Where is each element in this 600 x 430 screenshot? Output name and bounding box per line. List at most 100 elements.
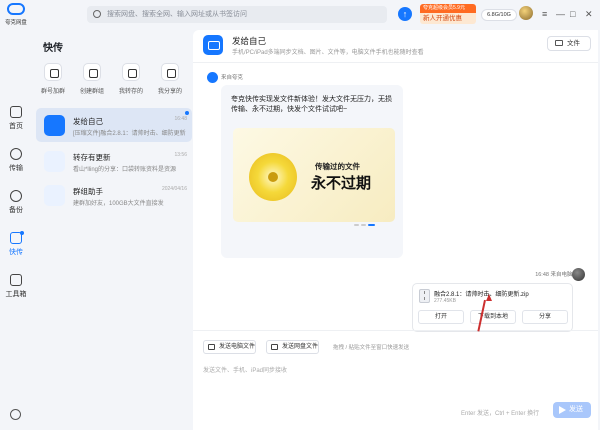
saved-icon: [122, 63, 140, 81]
file-message: 融合2.8.1：请帅时击、细防更新.zip 277.45KB 打开 下载到本地 …: [412, 283, 573, 332]
promo-top-text: 夸克超级会员5.9元: [420, 4, 476, 13]
rail-item-quick-share[interactable]: 快传: [0, 231, 32, 257]
rail-item-label: 首页: [9, 123, 23, 130]
conversation-send-to-self[interactable]: 发给自己 [压缩文件]融合2.8.1：请帅时击、细防更新.zip 16:48: [36, 108, 192, 142]
carousel-dots[interactable]: [354, 213, 384, 226]
compose-divider: [193, 330, 598, 331]
incoming-message: 夸克快传实现发文件新体验！发大文件无压力，无损传输、永不过期，快发个文件试试吧~…: [221, 85, 403, 258]
arrow-up-icon: ↑: [402, 9, 408, 19]
conversation-save-updates[interactable]: 转存有更新 看山*lling的分享：口袋转账资料是资源 13:56: [36, 144, 192, 178]
settings-gear-icon[interactable]: [10, 409, 21, 420]
monitor-icon: [208, 344, 215, 350]
home-icon: [10, 106, 22, 118]
conversation-preview: 建群加好友，100GB大文件直接发: [73, 201, 164, 207]
send-button[interactable]: 发送: [553, 402, 591, 418]
drag-hint: 拖拽 / 粘贴文件至窗口快速发送: [333, 345, 410, 351]
rail-item-home[interactable]: 首页: [0, 106, 32, 131]
conversation-time: 13:56: [174, 152, 187, 158]
close-button[interactable]: ✕: [585, 8, 593, 20]
conversation-time: 2024/04/16: [161, 186, 187, 192]
app-logo: 夸克网盘: [4, 3, 28, 33]
promo-bottom-text: 新人开通优惠: [420, 13, 476, 24]
my-shared-button[interactable]: 我分享的: [153, 63, 187, 95]
folder-icon: [555, 40, 563, 46]
promo-banner[interactable]: 夸克超级会员5.9元 新人开通优惠: [420, 4, 476, 25]
rail-item-label: 快传: [9, 249, 23, 256]
promo-image[interactable]: 传输过的文件 永不过期: [233, 128, 395, 222]
group-helper-icon: [44, 185, 65, 206]
app-name: 夸克网盘: [5, 20, 27, 26]
send-cloud-file-button[interactable]: 发送网盘文件: [266, 340, 320, 354]
files-button[interactable]: 文件: [547, 36, 591, 51]
send-icon: [559, 406, 566, 414]
message-input[interactable]: 发送文件、手机、iPad同步接收: [203, 365, 287, 374]
conversation-group-helper[interactable]: 群组助手 建群加好友，100GB大文件直接发 2024/04/16: [36, 178, 192, 212]
transfer-icon: [10, 148, 22, 160]
file-size: 277.45KB: [434, 298, 456, 304]
maximize-button[interactable]: □: [570, 8, 575, 20]
message-time: 16:48: [535, 272, 549, 278]
rail-item-label: 工具箱: [5, 291, 27, 298]
conversation-name: 群组助手: [73, 187, 103, 196]
conversation-time: 16:48: [174, 116, 187, 122]
cloud-update-icon: [44, 151, 65, 172]
quark-sender-icon: [207, 72, 218, 83]
create-group-button[interactable]: 创建群组: [75, 63, 109, 95]
conversation-panel: 快传 群号加群 创建群组 我转存的 我分享的 发给自己 [压缩文件]融合2.8.…: [33, 30, 192, 430]
quick-action-label: 创建群组: [79, 89, 104, 95]
join-group-button[interactable]: 群号加群: [36, 63, 70, 95]
create-group-icon: [83, 63, 101, 81]
banner-line1: 传输过的文件: [315, 162, 360, 171]
rail-item-toolbox[interactable]: 工具箱: [0, 274, 32, 299]
rail-item-backup[interactable]: 备份: [0, 190, 32, 215]
toolbox-icon: [10, 274, 22, 286]
quick-action-label: 我转存的: [118, 89, 143, 95]
search-placeholder: 搜索网盘、搜索全网、输入网址或从书签访问: [107, 11, 247, 18]
user-avatar[interactable]: [519, 6, 533, 20]
monitor-icon: [44, 115, 65, 136]
conversation-preview: 看山*lling的分享：口袋转账资料是资源: [73, 167, 177, 173]
file-name: 融合2.8.1：请帅时击、细防更新.zip: [434, 292, 529, 298]
conversation-name: 发给自己: [73, 117, 103, 126]
storage-indicator[interactable]: 6.8G/10G: [481, 9, 517, 21]
minimize-button[interactable]: —: [556, 8, 565, 20]
nav-rail: 首页 传输 备份 快传 工具箱: [0, 30, 32, 430]
backup-icon: [10, 190, 22, 202]
header-divider: [193, 62, 598, 63]
shared-icon: [161, 63, 179, 81]
send-pc-file-button[interactable]: 发送电脑文件: [203, 340, 257, 354]
chat-main: 发给自己 手机/PC/iPad多端同步文档、图片、文件等，电脑文件手机也能随时查…: [193, 30, 598, 430]
send-cloud-file-label: 发送网盘文件: [282, 344, 319, 350]
conversation-name: 转存有更新: [73, 153, 111, 162]
outgoing-meta: 16:48 来自电脑端: [508, 270, 578, 278]
banner-line2: 永不过期: [311, 175, 372, 192]
search-input[interactable]: 搜索网盘、搜索全网、输入网址或从书签访问: [87, 6, 387, 23]
annotation-arrow-head: [486, 294, 492, 301]
send-shortcut-hint: Enter 发送，Ctrl + Enter 换行: [461, 411, 540, 417]
cloud-logo-icon: [7, 3, 25, 15]
message-sender: 来自夸克: [221, 75, 244, 81]
unread-dot: [20, 231, 24, 235]
join-group-icon: [44, 63, 62, 81]
conversation-preview: [压缩文件]融合2.8.1：请帅时击、细防更新.zip: [73, 131, 186, 137]
search-icon: [93, 10, 101, 18]
quick-action-label: 群号加群: [40, 89, 65, 95]
my-saved-button[interactable]: 我转存的: [114, 63, 148, 95]
upload-button[interactable]: ↑: [398, 7, 412, 21]
message-text: 夸克快传实现发文件新体验！发大文件无压力，无损传输、永不过期，快发个文件试试吧~: [231, 96, 392, 113]
open-button[interactable]: 打开: [418, 310, 464, 324]
sender-avatar: [572, 268, 585, 281]
rail-item-transfer[interactable]: 传输: [0, 148, 32, 173]
menu-button[interactable]: ≡: [542, 8, 547, 20]
panel-title: 快传: [43, 43, 63, 54]
disc-icon: [249, 153, 297, 201]
rail-item-label: 备份: [9, 207, 23, 214]
zip-file-icon: [419, 289, 430, 303]
download-local-button[interactable]: 下载到本地: [470, 310, 516, 324]
quick-action-label: 我分享的: [157, 89, 182, 95]
monitor-icon: [203, 35, 223, 55]
chat-subtitle: 手机/PC/iPad多端同步文档、图片、文件等，电脑文件手机也能随时查看: [232, 50, 424, 56]
share-button[interactable]: 分享: [522, 310, 568, 324]
send-button-label: 发送: [569, 406, 583, 413]
send-pc-file-label: 发送电脑文件: [219, 344, 256, 350]
